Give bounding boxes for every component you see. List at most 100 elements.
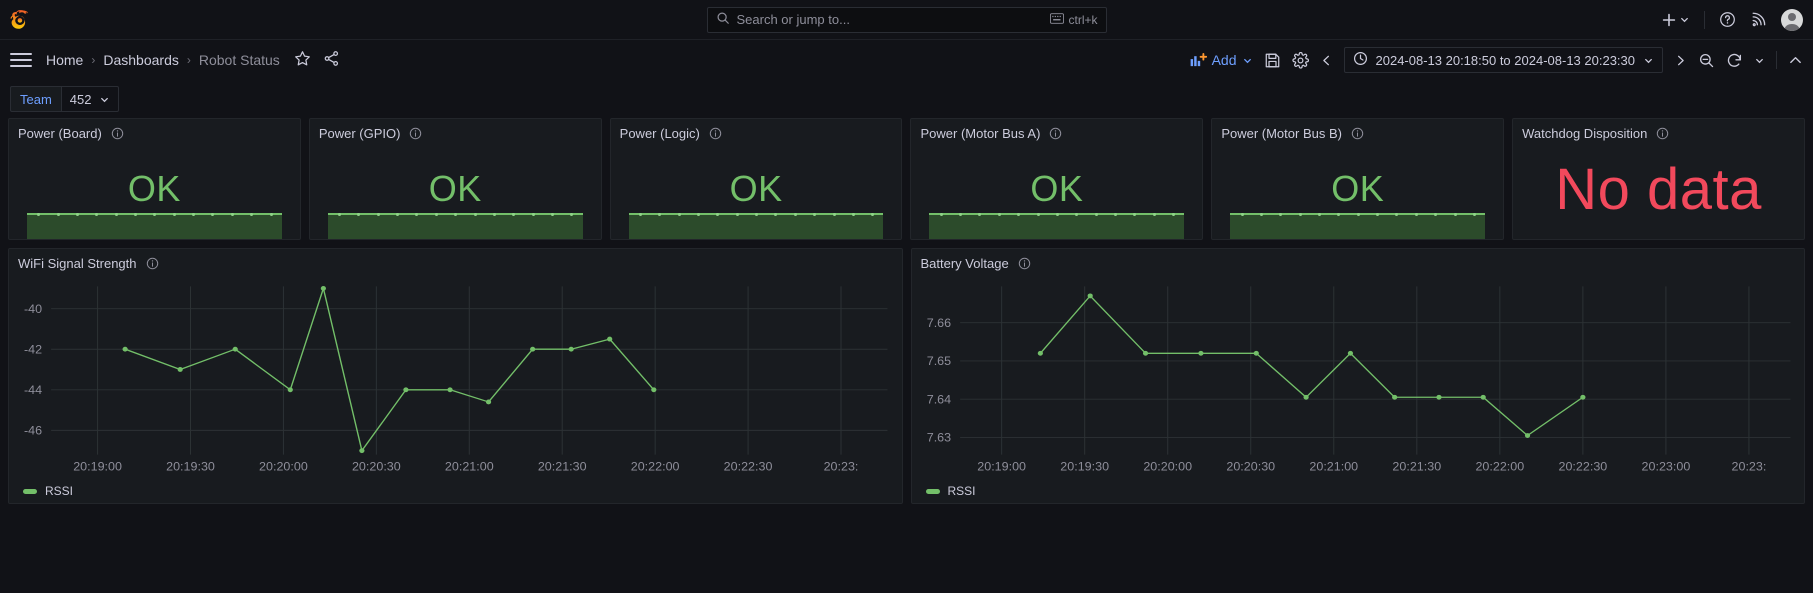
search-input[interactable]: Search or jump to... ctrl+k [706,6,1107,33]
share-icon[interactable] [323,50,340,70]
legend-label[interactable]: RSSI [45,484,73,498]
clock-icon [1353,51,1368,69]
chart-data-point [447,387,453,393]
chart-data-point [320,285,326,291]
chart-plot-area[interactable]: 20:19:00 20:19:30 20:20:00 20:20:30 20:21:00… [9,277,902,479]
breadcrumb-item-dashboards[interactable]: Dashboards [103,52,179,68]
info-icon[interactable] [1656,127,1669,140]
stat-panel-row: Power (Board) OK Power (GPIO) OK Power (Lo… [0,118,1813,240]
chart-ytick-label: 7.66 [926,316,951,330]
chart-ytick-label: -42 [24,343,42,357]
chart-data-point [1037,350,1043,356]
variable-select-team[interactable]: 452 [60,86,119,112]
stat-value: OK [428,167,482,209]
chart-plot-area[interactable]: 20:19:00 20:19:30 20:20:00 20:20:30 20:21:00… [912,277,1805,479]
chart-data-point [287,387,293,393]
refresh-dashboard-button[interactable] [1726,52,1743,69]
timeseries-panel[interactable]: Battery Voltage 20:19:00 20:19:30 20:20:00… [910,248,1805,504]
search-placeholder: Search or jump to... [736,12,850,27]
timeseries-panel[interactable]: WiFi Signal Strength 20:19:00 20:19:30 20:… [8,248,903,504]
chart-ytick-label: 7.65 [926,355,951,369]
sparkline-fill [27,213,282,239]
add-panel-button[interactable]: Add [1190,52,1253,68]
chart-data-point [568,346,574,352]
chart-xtick-label: 20:19:00 [73,460,122,474]
chart-xtick-label: 20:21:00 [1309,460,1358,474]
info-icon[interactable] [1018,257,1031,270]
stat-panel[interactable]: Power (Motor Bus B) OK [1211,118,1505,240]
info-icon[interactable] [146,257,159,270]
info-icon[interactable] [409,127,422,140]
dashboard-controls: Add 2024-08-13 20:18:50 to 2024-08-13 20… [1190,47,1803,73]
sparkline-points [629,212,884,216]
refresh-interval-dropdown[interactable] [1754,55,1765,66]
panel-title: Power (Motor Bus B) [1221,125,1342,141]
stat-value: OK [1331,167,1385,209]
chart-data-point [1142,350,1148,356]
save-dashboard-icon[interactable] [1264,52,1281,69]
stat-panel[interactable]: Power (GPIO) OK [308,118,602,240]
search-container: Search or jump to... ctrl+k [706,6,1107,33]
chart-series-line [1039,295,1583,437]
breadcrumb-item-home[interactable]: Home [46,52,83,68]
info-icon[interactable] [1049,127,1062,140]
stat-panel-body: No data [1513,147,1804,239]
stat-sparkline [628,212,884,239]
stat-panel[interactable]: Watchdog Disposition No data [1512,118,1805,240]
sparkline-points [328,212,583,216]
collapse-toolbar-button[interactable] [1788,53,1803,68]
chart-xtick-label: 20:20:00 [1143,460,1192,474]
news-icon[interactable] [1750,11,1767,28]
chart-ytick-label: -40 [24,302,42,316]
search-shortcut-label: ctrl+k [1068,12,1098,27]
add-new-button[interactable] [1661,12,1690,28]
stat-panel[interactable]: Power (Board) OK [8,118,301,240]
panel-title: Power (Logic) [619,125,700,141]
chart-data-point [359,448,365,454]
breadcrumb-separator: › [91,53,96,67]
menu-toggle-icon[interactable] [10,53,32,67]
chart-ytick-label: 7.63 [926,431,951,445]
star-icon[interactable] [294,50,311,70]
time-range-previous-button[interactable] [1320,54,1333,67]
chart-data-point [232,346,238,352]
legend-color-swatch [23,488,37,494]
time-range-picker[interactable]: 2024-08-13 20:18:50 to 2024-08-13 20:23:… [1343,47,1663,73]
zoom-out-time-range-button[interactable] [1698,52,1715,69]
sparkline-fill [628,213,884,239]
chart-data-point [177,367,183,372]
panel-header: Power (Logic) [611,119,902,147]
time-range-label: 2024-08-13 20:18:50 to 2024-08-13 20:23:… [1375,52,1636,68]
grafana-logo[interactable] [0,9,40,31]
nav-divider [1704,10,1705,29]
stat-value: No data [1555,157,1762,223]
info-icon[interactable] [111,127,124,140]
chart-data-point [651,387,657,393]
stat-sparkline [929,212,1185,239]
search-icon [716,11,730,28]
stat-panel[interactable]: Power (Logic) OK [609,118,903,240]
chart-ytick-label: -46 [24,424,42,438]
panel-header: Power (Board) [9,119,300,147]
time-range-next-button[interactable] [1674,54,1687,67]
variable-label-team: Team [10,86,61,112]
sparkline-points [27,212,282,216]
info-icon[interactable] [1351,127,1364,140]
dashboard-settings-icon[interactable] [1291,51,1309,69]
breadcrumb-item-robot-status: Robot Status [198,52,280,68]
chart-xtick-label: 20:23:00 [1641,460,1690,474]
sparkline-fill [327,213,583,239]
chart-ytick-label: 7.64 [926,393,951,407]
stat-panel[interactable]: Power (Motor Bus A) OK [910,118,1204,240]
stat-sparkline [327,212,583,239]
panel-title: Power (Board) [18,125,102,141]
help-icon[interactable] [1719,11,1736,28]
stat-panel-body: OK [310,147,601,239]
info-icon[interactable] [709,127,722,140]
chart-xtick-label: 20:22:00 [1475,460,1524,474]
avatar[interactable] [1781,8,1803,31]
stat-value: OK [127,167,181,209]
panel-header: Power (Motor Bus B) [1212,119,1503,147]
legend-label[interactable]: RSSI [948,484,976,498]
panel-title: WiFi Signal Strength [18,255,137,271]
